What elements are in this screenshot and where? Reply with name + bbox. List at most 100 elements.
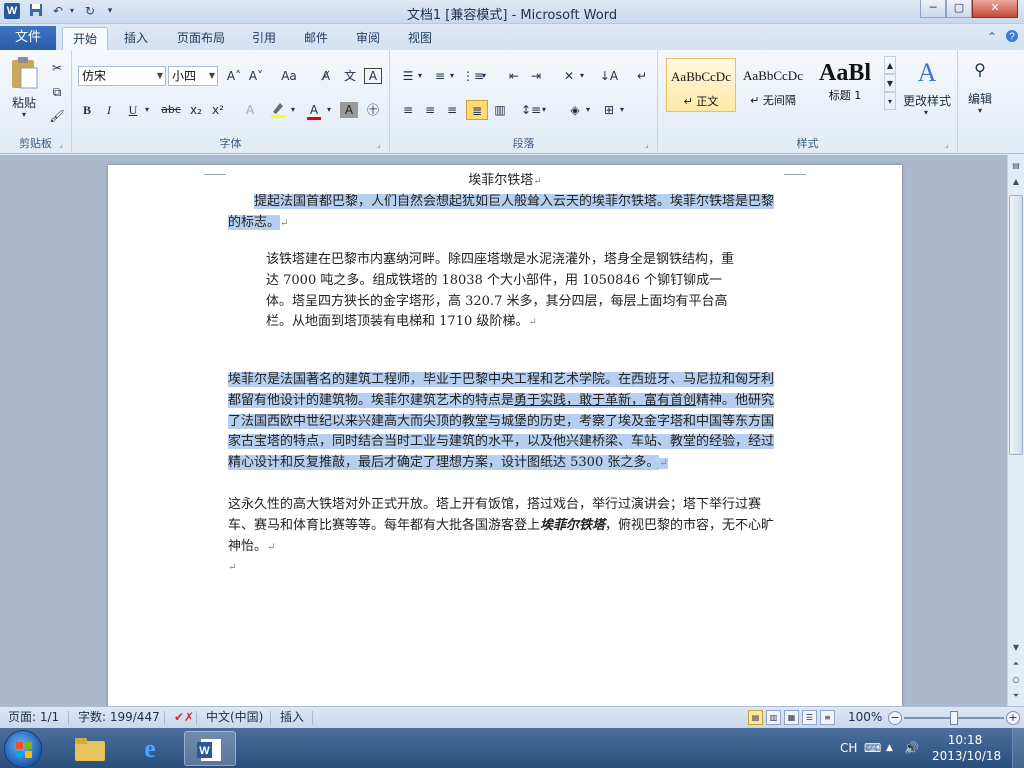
start-button[interactable] (4, 730, 42, 768)
chevron-down-icon[interactable]: ▾ (974, 106, 986, 115)
paste-button-label[interactable]: 粘贴 (6, 94, 42, 111)
italic-button[interactable]: I (100, 100, 118, 120)
internet-explorer-icon[interactable]: e (124, 731, 176, 766)
bullets-icon[interactable]: ☰ (398, 66, 418, 86)
font-size-combo[interactable]: 小四 ▼ (168, 66, 218, 86)
editing-button[interactable]: 编辑 (960, 90, 1000, 107)
character-border-icon[interactable]: A (364, 68, 382, 84)
tab-review[interactable]: 审阅 (348, 27, 388, 50)
style-heading-1[interactable]: AaBl 标题 1 (810, 58, 880, 112)
insert-mode-indicator[interactable]: 插入 (280, 707, 304, 728)
document-page[interactable]: 埃菲尔铁塔↵ 提起法国首都巴黎，人们自然会想起犹如巨人般耸入云天的埃菲尔铁塔。埃… (108, 165, 902, 706)
shading-icon[interactable]: ◈ (564, 100, 586, 120)
justify-icon[interactable]: ≣ (466, 100, 488, 120)
next-page-icon[interactable]: ⏷ (1009, 689, 1023, 703)
clear-formatting-icon[interactable]: A̸ (316, 66, 336, 86)
scroll-up-icon[interactable]: ▲ (1009, 175, 1023, 189)
minimize-ribbon-icon[interactable]: ⌃ (984, 29, 1000, 45)
highlight-dropdown-icon[interactable]: ▾ (288, 100, 298, 120)
tab-page-layout[interactable]: 页面布局 (170, 27, 232, 50)
change-styles-button[interactable]: 更改样式 (900, 92, 954, 109)
sort-icon[interactable]: ↓A (598, 66, 620, 86)
scroll-thumb[interactable] (1009, 195, 1023, 455)
multilevel-list-icon[interactable]: ⋮≡ (462, 66, 484, 86)
line-spacing-icon[interactable]: ↕≡ (520, 100, 542, 120)
system-clock[interactable]: 10:18 2013/10/18 (932, 732, 1001, 764)
zoom-level[interactable]: 100% (848, 707, 882, 728)
underline-dropdown-icon[interactable]: ▾ (142, 100, 152, 120)
align-center-icon[interactable]: ≡ (420, 100, 440, 120)
enclose-characters-icon[interactable]: ㊉ (364, 100, 382, 120)
browse-object-icon[interactable]: ○ (1009, 673, 1023, 687)
align-right-icon[interactable]: ≡ (442, 100, 462, 120)
chevron-down-icon[interactable]: ▾ (920, 108, 932, 117)
proofing-icon[interactable]: ✔✗ (174, 707, 194, 728)
document-area[interactable]: 埃菲尔铁塔↵ 提起法国首都巴黎，人们自然会想起犹如巨人般耸入云天的埃菲尔铁塔。埃… (0, 155, 1007, 706)
paragraph-engineer[interactable]: 埃菲尔是法国著名的建筑工程师，毕业于巴黎中央工程和艺术学院。在西班牙、马尼拉和匈… (228, 370, 782, 475)
clipboard-launcher-icon[interactable]: ⌟ (59, 141, 68, 150)
font-color-dropdown-icon[interactable]: ▾ (324, 100, 334, 120)
chevron-down-icon[interactable]: ▾ (480, 66, 488, 86)
show-hide-marks-icon[interactable]: ↵ (632, 66, 652, 86)
grow-font-button[interactable]: A˄ (224, 66, 244, 86)
language-indicator[interactable]: 中文(中国) (206, 707, 263, 728)
paragraph-structure[interactable]: 该铁塔建在巴黎市内塞纳河畔。除四座塔墩是水泥浇灌外，塔身全是钢铁结构，重达 70… (266, 250, 746, 334)
chevron-down-icon[interactable]: ▼ (209, 67, 215, 85)
distributed-icon[interactable]: ▥ (490, 100, 510, 120)
tab-home[interactable]: 开始 (62, 27, 108, 50)
chevron-down-icon[interactable]: ▾ (540, 100, 548, 120)
vertical-scrollbar[interactable]: ▤ ▲ ▼ ⏶ ○ ⏷ (1007, 155, 1024, 706)
font-family-combo[interactable]: 仿宋 ▼ (78, 66, 166, 86)
chevron-down-icon[interactable]: ▼ (157, 67, 163, 85)
decrease-indent-icon[interactable]: ⇤ (504, 66, 524, 86)
styles-more-icon[interactable]: ▾ (884, 92, 896, 110)
highlight-icon[interactable] (268, 100, 288, 120)
undo-dropdown-icon[interactable]: ▾ (64, 3, 80, 19)
paragraph-launcher-icon[interactable]: ⌟ (645, 141, 654, 150)
bold-button[interactable]: B (78, 100, 96, 120)
restore-button[interactable]: ▢ (946, 0, 972, 18)
close-button[interactable]: ✕ (972, 0, 1018, 18)
word-app-icon[interactable]: W (4, 3, 20, 19)
print-layout-view-icon[interactable]: ▤ (748, 710, 763, 725)
superscript-button[interactable]: x² (208, 100, 228, 120)
show-hidden-icons-icon[interactable]: ▲ (886, 728, 893, 768)
paragraph-opening[interactable]: 这永久性的高大铁塔对外正式开放。塔上开有饭馆，搭过戏台，举行过演讲会；塔下举行过… (228, 495, 782, 558)
chevron-down-icon[interactable]: ▾ (618, 100, 626, 120)
outline-view-icon[interactable]: ☰ (802, 710, 817, 725)
scroll-down-icon[interactable]: ▼ (1009, 641, 1023, 655)
paste-icon[interactable] (6, 56, 42, 94)
font-color-button[interactable]: A (304, 100, 324, 120)
empty-paragraph[interactable]: ↵ (228, 557, 782, 579)
explorer-folder-icon[interactable] (64, 731, 116, 766)
web-layout-icon[interactable]: ▦ (784, 710, 799, 725)
zoom-out-icon[interactable]: − (888, 711, 902, 725)
font-launcher-icon[interactable]: ⌟ (377, 141, 386, 150)
draft-view-icon[interactable]: ≡ (820, 710, 835, 725)
style-no-spacing[interactable]: AaBbCcDc ↵ 无间隔 (738, 58, 808, 112)
zoom-in-icon[interactable]: + (1006, 711, 1020, 725)
show-desktop-button[interactable] (1012, 728, 1024, 768)
chevron-down-icon[interactable]: ▾ (578, 66, 586, 86)
align-left-icon[interactable]: ≡ (398, 100, 418, 120)
keyboard-icon[interactable]: ⌨ (864, 728, 881, 768)
chevron-down-icon[interactable]: ▾ (584, 100, 592, 120)
style-normal[interactable]: AaBbCcDc ↵ 正文 (666, 58, 736, 112)
customize-quick-access-icon[interactable]: ▾ (102, 3, 118, 19)
paste-dropdown-icon[interactable]: ▾ (18, 110, 30, 119)
paragraph-intro[interactable]: 提起法国首都巴黎，人们自然会想起犹如巨人般耸入云天的埃菲尔铁塔。埃菲尔铁塔是巴黎… (228, 192, 782, 235)
tab-insert[interactable]: 插入 (116, 27, 156, 50)
borders-icon[interactable]: ⊞ (598, 100, 620, 120)
text-effects-icon[interactable]: A (240, 100, 260, 120)
styles-launcher-icon[interactable]: ⌟ (945, 141, 954, 150)
minimize-button[interactable]: ─ (920, 0, 946, 18)
chevron-down-icon[interactable]: ▾ (448, 66, 456, 86)
help-icon[interactable]: ? (1004, 29, 1020, 45)
ime-indicator[interactable]: CH (840, 728, 857, 768)
styles-scroll-down-icon[interactable]: ▼ (884, 74, 896, 92)
document-title[interactable]: 埃菲尔铁塔↵ (228, 171, 782, 193)
increase-indent-icon[interactable]: ⇥ (526, 66, 546, 86)
ruler-toggle-icon[interactable]: ▤ (1009, 159, 1023, 173)
character-shading-icon[interactable]: A (340, 102, 358, 118)
numbering-icon[interactable]: ≡ (430, 66, 450, 86)
